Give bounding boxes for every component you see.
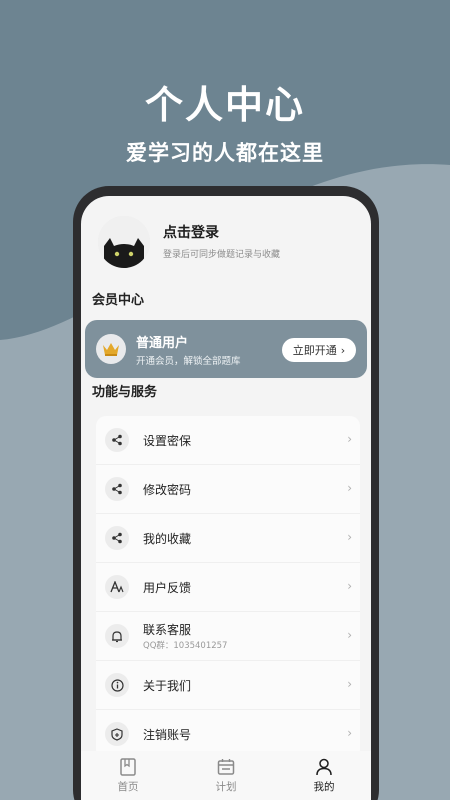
menu-item-label: 关于我们 bbox=[143, 679, 192, 693]
chevron-right-icon: › bbox=[347, 530, 352, 544]
menu-item-label: 用户反馈 bbox=[143, 581, 192, 595]
bell-icon bbox=[105, 624, 129, 648]
user-icon bbox=[316, 758, 332, 776]
membership-section-title: 会员中心 bbox=[92, 293, 145, 308]
menu-item-label: 联系客服 bbox=[143, 623, 192, 637]
menu-item-label: 修改密码 bbox=[143, 483, 192, 497]
tab-label: 首页 bbox=[117, 781, 139, 793]
plan-description: 开通会员，解锁全部题库 bbox=[136, 356, 241, 367]
hero-title: 个人中心 bbox=[144, 83, 305, 127]
open-membership-label: 立即开通 bbox=[292, 344, 337, 357]
phone-frame: 点击登录 登录后可同步做题记录与收藏 会员中心 普通用户 开通会员，解锁全部题库… bbox=[73, 186, 379, 800]
chevron-right-icon: › bbox=[347, 432, 352, 446]
menu-item-security-question[interactable]: 设置密保 › bbox=[96, 416, 360, 465]
menu-item-about-us[interactable]: 关于我们 › bbox=[96, 661, 360, 710]
chevron-right-icon: › bbox=[347, 726, 352, 740]
crown-icon bbox=[96, 334, 126, 364]
cat-avatar-icon bbox=[98, 216, 150, 268]
services-menu: 设置密保 › 修改密码 › 我的收藏 › 用户反馈 › 联系客服 QQ群：103… bbox=[96, 416, 360, 759]
open-membership-button[interactable]: 立即开通 › bbox=[282, 338, 356, 362]
menu-item-feedback[interactable]: 用户反馈 › bbox=[96, 563, 360, 612]
plan-name: 普通用户 bbox=[136, 336, 189, 351]
services-section-title: 功能与服务 bbox=[92, 385, 158, 400]
avatar[interactable] bbox=[98, 216, 150, 268]
chevron-right-icon: › bbox=[340, 343, 346, 357]
bottom-tab-bar: 首页 计划 我的 bbox=[81, 751, 371, 800]
hero-subtitle: 爱学习的人都在这里 bbox=[126, 141, 324, 165]
book-icon bbox=[120, 758, 136, 776]
menu-item-contact-support[interactable]: 联系客服 QQ群：1035401257 › bbox=[96, 612, 360, 661]
login-hint: 登录后可同步做题记录与收藏 bbox=[163, 250, 281, 260]
menu-item-favorites[interactable]: 我的收藏 › bbox=[96, 514, 360, 563]
chevron-right-icon: › bbox=[347, 481, 352, 495]
font-icon bbox=[105, 575, 129, 599]
menu-item-change-password[interactable]: 修改密码 › bbox=[96, 465, 360, 514]
calendar-icon bbox=[217, 759, 235, 775]
login-title[interactable]: 点击登录 bbox=[163, 222, 219, 242]
menu-item-label: 注销账号 bbox=[143, 728, 192, 742]
tab-home[interactable]: 首页 bbox=[93, 751, 163, 794]
vip-card[interactable]: 普通用户 开通会员，解锁全部题库 立即开通 › bbox=[85, 320, 367, 378]
tab-plan[interactable]: 计划 bbox=[191, 751, 261, 794]
info-icon bbox=[105, 673, 129, 697]
share-icon bbox=[105, 526, 129, 550]
chevron-right-icon: › bbox=[347, 677, 352, 691]
phone-screen: 点击登录 登录后可同步做题记录与收藏 会员中心 普通用户 开通会员，解锁全部题库… bbox=[81, 196, 371, 800]
chevron-right-icon: › bbox=[347, 628, 352, 642]
support-qq-group: QQ群：1035401257 bbox=[143, 641, 228, 651]
chevron-right-icon: › bbox=[347, 579, 352, 593]
shield-icon bbox=[105, 722, 129, 746]
share-icon bbox=[105, 428, 129, 452]
menu-item-label: 设置密保 bbox=[143, 434, 192, 448]
tab-mine[interactable]: 我的 bbox=[289, 751, 359, 794]
tab-label: 我的 bbox=[313, 781, 335, 793]
share-icon bbox=[105, 477, 129, 501]
menu-item-label: 我的收藏 bbox=[143, 532, 192, 546]
tab-label: 计划 bbox=[215, 781, 237, 793]
